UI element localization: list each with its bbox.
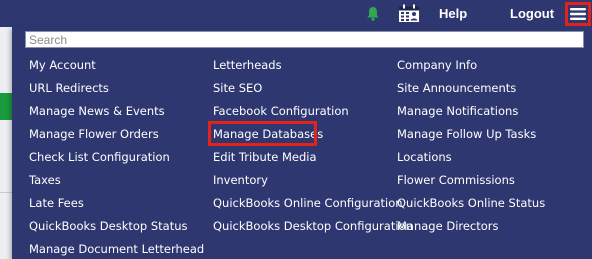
menu-item-locations[interactable]: Locations <box>397 148 452 166</box>
menu-item-my-account[interactable]: My Account <box>29 56 96 74</box>
menu-item-manage-follow-up-tasks[interactable]: Manage Follow Up Tasks <box>397 125 536 143</box>
menu-item-facebook-configuration[interactable]: Facebook Configuration <box>213 102 349 120</box>
logout-link[interactable]: Logout <box>510 0 554 27</box>
menu-item-inventory[interactable]: Inventory <box>213 171 268 189</box>
menu-item-letterheads[interactable]: Letterheads <box>213 56 282 74</box>
hamburger-menu-button[interactable] <box>565 2 591 26</box>
page-background <box>0 27 12 259</box>
menu-item-manage-notifications[interactable]: Manage Notifications <box>397 102 518 120</box>
manage-databases-highlight <box>208 121 317 146</box>
menu-item-manage-directors[interactable]: Manage Directors <box>397 217 499 235</box>
top-nav-bar: Help Logout <box>0 0 592 27</box>
menu-item-manage-news-events[interactable]: Manage News & Events <box>29 102 165 120</box>
menu-item-quickbooks-desktop-configuration[interactable]: QuickBooks Desktop Configuration <box>213 217 413 235</box>
page-green-bar <box>0 93 12 120</box>
menu-item-quickbooks-online-status[interactable]: QuickBooks Online Status <box>397 194 545 212</box>
menu-item-site-announcements[interactable]: Site Announcements <box>397 79 516 97</box>
menu-item-manage-document-letterhead[interactable]: Manage Document Letterhead <box>29 240 204 258</box>
menu-item-quickbooks-desktop-status[interactable]: QuickBooks Desktop Status <box>29 217 188 235</box>
menu-item-late-fees[interactable]: Late Fees <box>29 194 84 212</box>
menu-item-site-seo[interactable]: Site SEO <box>213 79 262 97</box>
menu-item-edit-tribute-media[interactable]: Edit Tribute Media <box>213 148 317 166</box>
menu-item-manage-flower-orders[interactable]: Manage Flower Orders <box>29 125 159 143</box>
menu-item-check-list-configuration[interactable]: Check List Configuration <box>29 148 170 166</box>
admin-dropdown-menu: My Account URL Redirects Manage News & E… <box>12 27 592 259</box>
menu-search-input[interactable] <box>25 31 584 48</box>
menu-item-quickbooks-online-configuration[interactable]: QuickBooks Online Configuration <box>213 194 403 212</box>
calendar-icon[interactable] <box>398 4 420 23</box>
menu-item-company-info[interactable]: Company Info <box>397 56 477 74</box>
menu-item-flower-commissions[interactable]: Flower Commissions <box>397 171 515 189</box>
help-link[interactable]: Help <box>439 0 467 27</box>
bell-icon[interactable] <box>366 6 380 21</box>
menu-item-url-redirects[interactable]: URL Redirects <box>29 79 109 97</box>
menu-item-taxes[interactable]: Taxes <box>29 171 61 189</box>
page-divider <box>0 192 12 193</box>
